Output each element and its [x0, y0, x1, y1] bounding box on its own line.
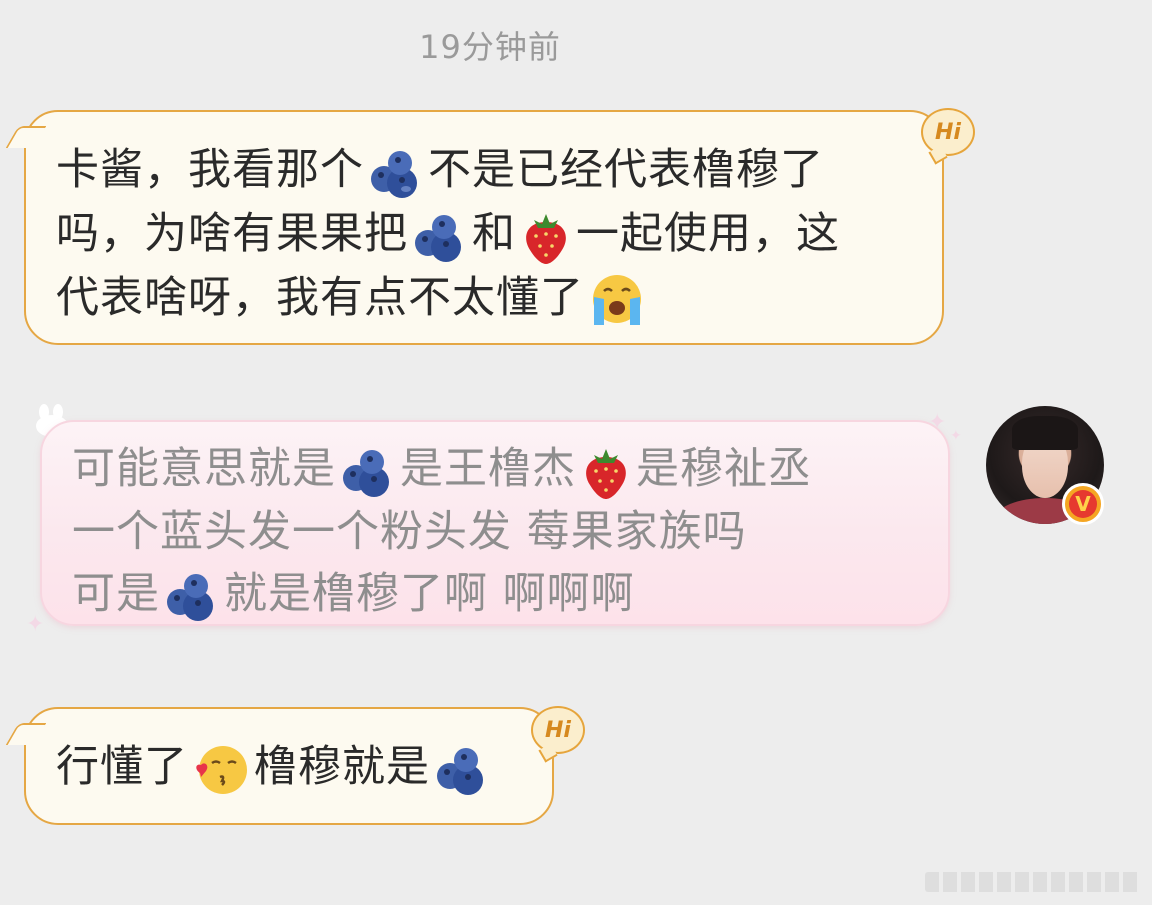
- message-text: 不是已经代表橹穆了: [428, 145, 824, 195]
- crying-face-icon: [588, 273, 646, 329]
- kissing-face-icon: [192, 743, 250, 797]
- message-line: 一个蓝头发一个粉头发 莓果家族吗: [72, 501, 918, 563]
- blueberry-icon: [368, 147, 424, 199]
- message-line: 可能意思就是 是王橹杰 是穆祉丞: [72, 438, 918, 501]
- blueberry-icon: [340, 446, 396, 498]
- message-line: 代表啥呀，我有点不太懂了: [56, 266, 912, 330]
- message-text: 卡酱，我看那个: [56, 145, 364, 195]
- sparkle-icon: ✦: [26, 612, 45, 637]
- message-line: 行懂了 橹穆就是: [56, 735, 522, 799]
- hi-badge-icon: Hi: [921, 108, 975, 156]
- message-text: 可能意思就是: [72, 444, 336, 494]
- message-text: 橹穆就是: [254, 742, 430, 792]
- message-text: 是王橹杰: [400, 444, 576, 494]
- watermark: [925, 872, 1140, 892]
- message-text: 代表啥呀，我有点不太懂了: [56, 273, 584, 323]
- sparkle-icon: ✦: [928, 410, 947, 435]
- message-text: 可是: [72, 568, 160, 619]
- message-line: 吗，为啥有果果把 和 一起使用，这: [56, 202, 912, 266]
- message-text: 一个蓝头发一个粉头发 莓果家族吗: [72, 506, 747, 557]
- hi-badge-icon: Hi: [531, 706, 585, 754]
- blueberry-icon: [412, 211, 468, 263]
- sparkle-icon: ✦: [950, 428, 962, 444]
- message-timestamp: 19分钟前: [419, 28, 561, 66]
- incoming-message-bubble-1[interactable]: 卡酱，我看那个 不是已经代表橹穆了 吗，为啥有果果把 和 一起使用，这 代表啥呀，我有…: [24, 110, 944, 345]
- strawberry-icon: [580, 443, 632, 501]
- incoming-message-bubble-2[interactable]: 行懂了 橹穆就是: [24, 707, 554, 825]
- message-line: 可是 就是橹穆了啊 啊啊啊: [72, 563, 918, 625]
- message-line: 卡酱，我看那个 不是已经代表橹穆了: [56, 138, 912, 202]
- blueberry-icon: [164, 570, 220, 622]
- blueberry-icon: [434, 744, 490, 796]
- message-text: 是穆祉丞: [636, 444, 812, 494]
- strawberry-icon: [520, 208, 572, 266]
- message-text: 就是橹穆了啊 啊啊啊: [224, 568, 635, 619]
- message-text: 行懂了: [56, 742, 188, 792]
- outgoing-message-bubble[interactable]: 可能意思就是 是王橹杰 是穆祉丞 一个蓝头发一个粉头发 莓果家族吗 可是 就是橹穆了啊…: [40, 420, 950, 626]
- message-text: 一起使用，这: [576, 209, 840, 259]
- message-text: 和: [472, 209, 516, 259]
- verified-badge-icon: V: [1062, 483, 1104, 525]
- message-text: 吗，为啥有果果把: [56, 209, 408, 259]
